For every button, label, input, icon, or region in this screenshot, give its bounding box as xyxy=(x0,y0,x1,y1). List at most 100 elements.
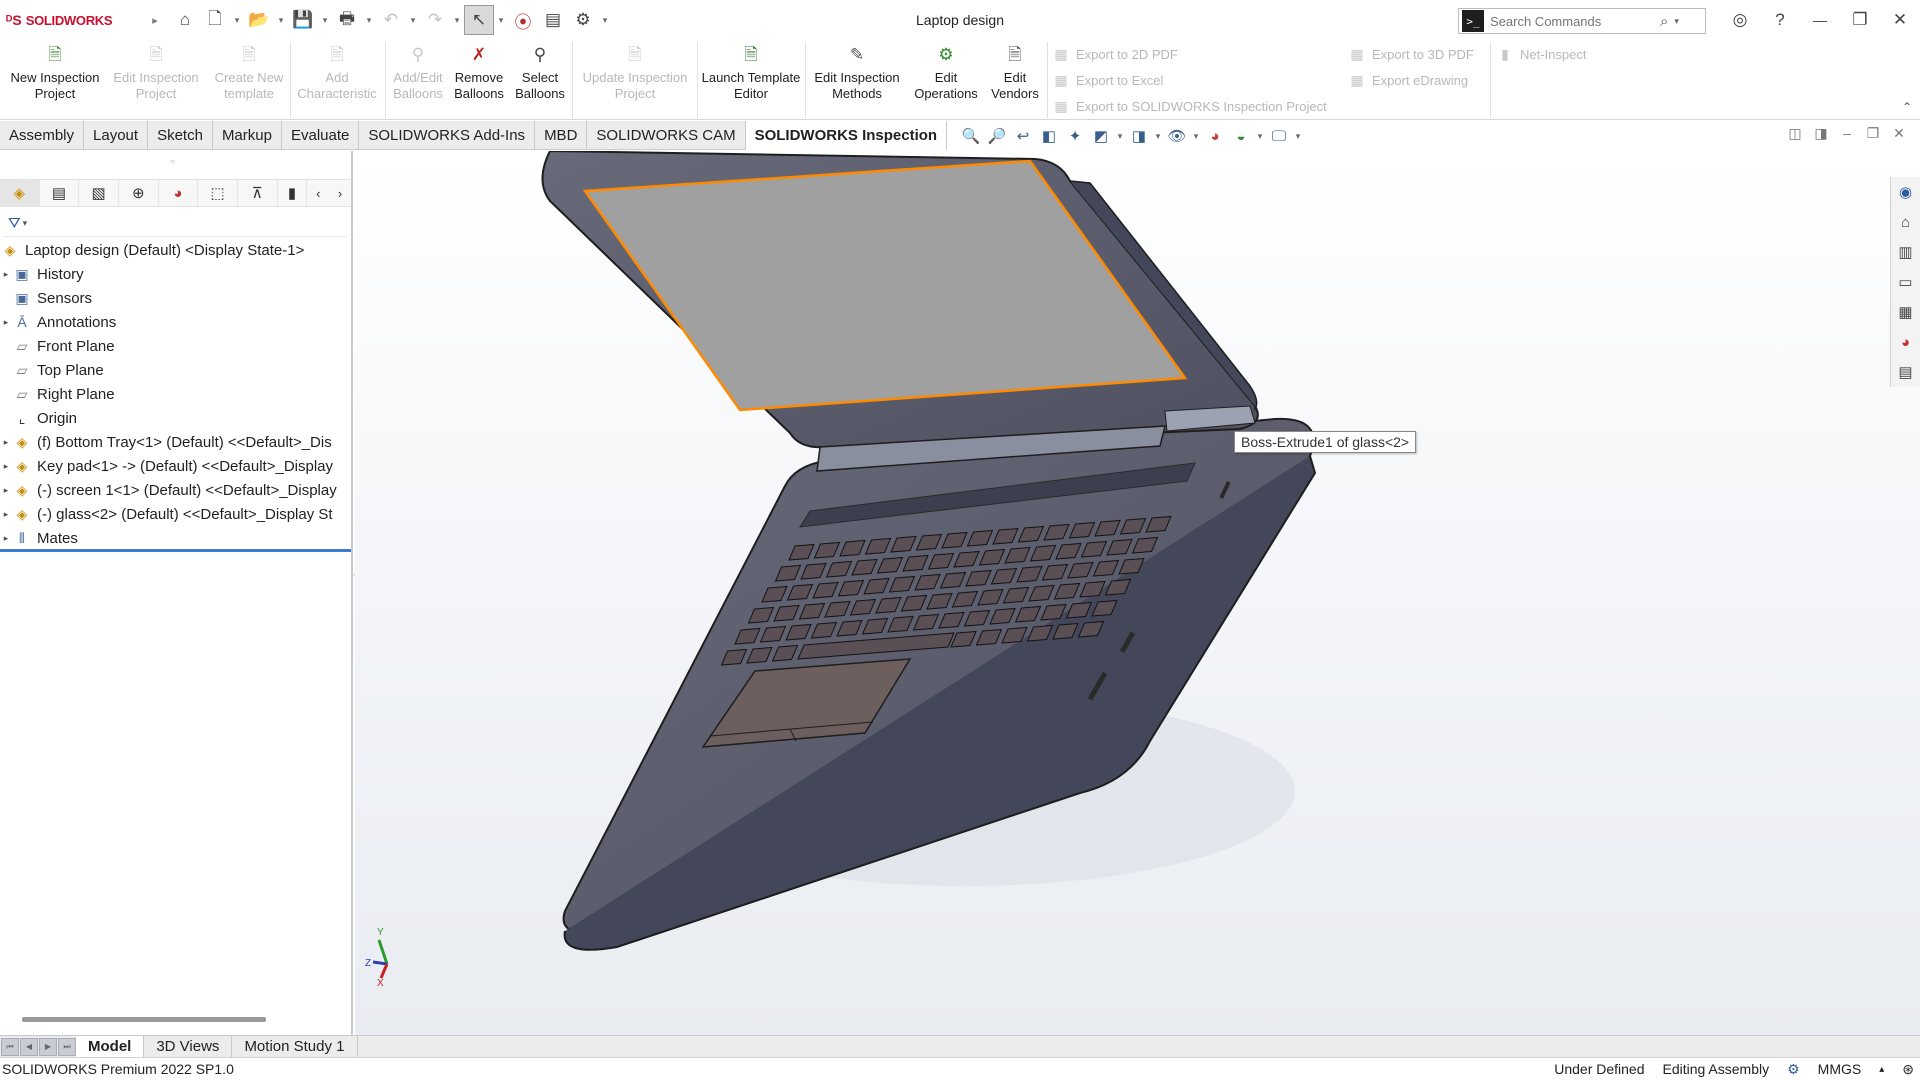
hide-show-dropdown-icon[interactable]: ▾ xyxy=(1190,125,1202,147)
viewport-minimize-icon[interactable]: – xyxy=(1834,125,1860,142)
tab-solidworks-cam[interactable]: SOLIDWORKS CAM xyxy=(587,121,746,150)
appearances-icon[interactable]: ◕ xyxy=(1891,327,1920,357)
quick-tips-icon[interactable]: ⊛ xyxy=(1902,1061,1914,1078)
print-dropdown-arrow-icon[interactable]: ▾ xyxy=(362,5,376,35)
expand-arrow-icon[interactable]: ▸ xyxy=(0,269,12,280)
tree-item-right-plane[interactable]: ▱ Right Plane xyxy=(0,382,351,406)
expand-arrow-icon[interactable]: ▸ xyxy=(0,533,12,544)
remove-balloons-button[interactable]: ✗ Remove Balloons xyxy=(450,44,508,114)
minimize-icon[interactable]: — xyxy=(1800,0,1840,40)
expand-arrow-icon[interactable]: ▸ xyxy=(0,317,12,328)
launch-template-editor-button[interactable]: 🗎 Launch Template Editor xyxy=(700,44,802,114)
rebuild-traffic-light-icon[interactable]: ⦿ xyxy=(508,5,538,35)
tree-item-bottom-tray[interactable]: ▸ ◈ (f) Bottom Tray<1> (Default) <<Defau… xyxy=(0,430,351,454)
undo-dropdown-arrow-icon[interactable]: ▾ xyxy=(406,5,420,35)
edit-inspection-methods-button[interactable]: ✎ Edit Inspection Methods xyxy=(808,44,906,114)
export-3d-pdf-button[interactable]: ▦ Export to 3D PDF xyxy=(1348,42,1474,66)
tab-3d-views[interactable]: 3D Views xyxy=(144,1035,233,1058)
tab-solidworks-add-ins[interactable]: SOLIDWORKS Add-Ins xyxy=(359,121,536,150)
display-manager-tab-icon[interactable]: ◕ xyxy=(159,180,199,206)
user-account-icon[interactable]: ◎ xyxy=(1720,0,1760,40)
export-excel-button[interactable]: ▦ Export to Excel xyxy=(1052,68,1163,92)
edit-inspection-project-button[interactable]: 🗎 Edit Inspection Project xyxy=(108,44,204,114)
search-dropdown-arrow-icon[interactable]: ▾ xyxy=(1674,16,1679,27)
save-dropdown-arrow-icon[interactable]: ▾ xyxy=(318,5,332,35)
dimxpert-manager-tab-icon[interactable]: ⊕ xyxy=(119,180,159,206)
add-characteristic-button[interactable]: 🗎 Add Characteristic xyxy=(294,44,380,114)
rollback-bar[interactable] xyxy=(0,549,351,552)
expand-arrow-icon[interactable]: ▸ xyxy=(0,437,12,448)
save-icon[interactable]: 💾 xyxy=(288,5,318,35)
file-explorer-icon[interactable]: ▭ xyxy=(1891,267,1920,297)
tab-evaluate[interactable]: Evaluate xyxy=(282,121,360,150)
tab-solidworks-inspection[interactable]: SOLIDWORKS Inspection xyxy=(745,121,948,150)
close-icon[interactable]: ✕ xyxy=(1880,0,1920,40)
apply-scene-icon[interactable]: ◒ xyxy=(1228,125,1254,147)
edit-appearance-icon[interactable]: ◕ xyxy=(1202,125,1228,147)
tree-item-mates[interactable]: ▸ ⫴ Mates xyxy=(0,526,351,550)
home-icon[interactable]: ⌂ xyxy=(170,5,200,35)
previous-tab-icon[interactable]: ◀ xyxy=(20,1037,38,1056)
graphics-area[interactable]: Boss-Extrude1 of glass<2> ◉ ⌂ ▥ ▭ ▦ ◕ ▤ … xyxy=(355,151,1920,1035)
cam-tool-tree-tab-icon[interactable]: ▮ xyxy=(278,180,308,206)
zoom-to-fit-icon[interactable]: 🔍 xyxy=(958,125,984,147)
view-orientation-icon[interactable]: ◩ xyxy=(1088,125,1114,147)
select-pointer-icon[interactable]: ↖ xyxy=(464,5,494,35)
tab-sketch[interactable]: Sketch xyxy=(148,121,213,150)
expand-arrow-icon[interactable]: ▸ xyxy=(0,485,12,496)
open-dropdown-arrow-icon[interactable]: ▾ xyxy=(274,5,288,35)
cam-feature-tree-tab-icon[interactable]: ⬚ xyxy=(198,180,238,206)
tab-motion-study-1[interactable]: Motion Study 1 xyxy=(232,1035,358,1058)
view-settings-icon[interactable]: 🖵 xyxy=(1266,125,1292,147)
select-dropdown-arrow-icon[interactable]: ▾ xyxy=(494,5,508,35)
tree-filter[interactable]: ⛛ ▾ xyxy=(4,211,347,237)
options-gear-icon[interactable]: ⚙ xyxy=(568,5,598,35)
display-style-dropdown-icon[interactable]: ▾ xyxy=(1152,125,1164,147)
view-orientation-dropdown-icon[interactable]: ▾ xyxy=(1114,125,1126,147)
chevron-left-icon[interactable]: ‹ xyxy=(307,186,329,201)
hide-show-items-icon[interactable]: 👁 xyxy=(1164,125,1190,147)
section-view-icon[interactable]: ◧ xyxy=(1036,125,1062,147)
update-inspection-project-button[interactable]: 🗎 Update Inspection Project xyxy=(576,44,694,114)
print-icon[interactable]: 🖶 xyxy=(332,5,362,35)
export-inspection-project-button[interactable]: ▦ Export to SOLIDWORKS Inspection Projec… xyxy=(1052,94,1326,118)
tile-left-icon[interactable]: ◫ xyxy=(1782,125,1808,142)
panel-handle-icon[interactable]: ○ xyxy=(170,157,175,166)
tab-markup[interactable]: Markup xyxy=(213,121,282,150)
property-manager-tab-icon[interactable]: ▤ xyxy=(40,180,80,206)
viewport-restore-icon[interactable]: ❐ xyxy=(1860,125,1886,142)
unit-system[interactable]: MMGS xyxy=(1818,1061,1862,1077)
redo-dropdown-arrow-icon[interactable]: ▾ xyxy=(450,5,464,35)
tree-item-top-plane[interactable]: ▱ Top Plane xyxy=(0,358,351,382)
open-folder-icon[interactable]: 📂 xyxy=(244,5,274,35)
solidworks-logo[interactable]: ᴰS SOLIDWORKS xyxy=(0,12,140,28)
help-icon[interactable]: ? xyxy=(1760,0,1800,40)
solidworks-resources-icon[interactable]: ◉ xyxy=(1891,177,1920,207)
dynamic-annotation-icon[interactable]: ✦ xyxy=(1062,125,1088,147)
view-settings-dropdown-icon[interactable]: ▾ xyxy=(1292,125,1304,147)
menu-expand-arrow-icon[interactable]: ▸ xyxy=(140,5,170,35)
tree-item-glass[interactable]: ▸ ◈ (-) glass<2> (Default) <<Default>_Di… xyxy=(0,502,351,526)
feature-manager-tab-icon[interactable]: ◈ xyxy=(0,180,40,206)
tree-item-sensors[interactable]: ▣ Sensors xyxy=(0,286,351,310)
zoom-to-area-icon[interactable]: 🔎 xyxy=(984,125,1010,147)
tab-assembly[interactable]: Assembly xyxy=(0,121,85,150)
rebuild-status-icon[interactable]: ⚙ xyxy=(1787,1061,1800,1078)
new-document-icon[interactable]: 🗋 xyxy=(200,5,230,35)
filter-icon[interactable]: ⛛ xyxy=(8,215,21,232)
search-commands-input[interactable] xyxy=(1490,13,1660,29)
net-inspect-button[interactable]: ▮ Net-Inspect xyxy=(1496,42,1586,66)
undo-icon[interactable]: ↶ xyxy=(376,5,406,35)
display-style-icon[interactable]: ◨ xyxy=(1126,125,1152,147)
viewport-close-icon[interactable]: ✕ xyxy=(1886,125,1912,142)
next-tab-icon[interactable]: ▶ xyxy=(39,1037,57,1056)
view-palette-icon[interactable]: ▦ xyxy=(1891,297,1920,327)
new-inspection-project-button[interactable]: 🗎 New Inspection Project xyxy=(6,44,104,114)
export-edrawing-button[interactable]: ▦ Export eDrawing xyxy=(1348,68,1468,92)
select-balloons-button[interactable]: ⚲ Select Balloons xyxy=(512,44,568,114)
apply-scene-dropdown-icon[interactable]: ▾ xyxy=(1254,125,1266,147)
last-tab-icon[interactable]: ⏭ xyxy=(58,1037,76,1056)
expand-arrow-icon[interactable]: ▸ xyxy=(0,461,12,472)
create-new-template-button[interactable]: 🗎 Create New template xyxy=(208,44,290,114)
search-commands-box[interactable]: >_ ⌕ ▾ xyxy=(1458,8,1706,34)
